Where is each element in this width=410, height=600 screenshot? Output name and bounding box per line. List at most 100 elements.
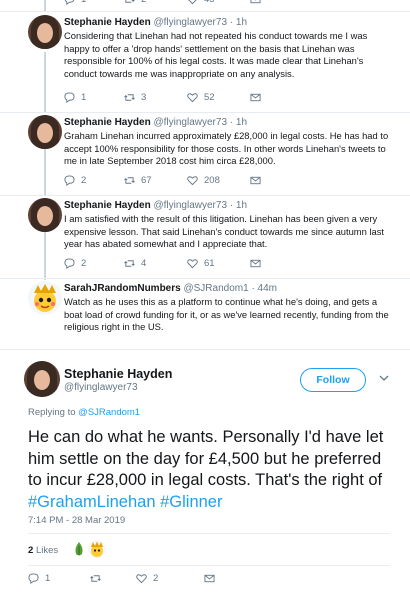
reply-count: 1 (45, 573, 51, 584)
tweet-timestamp[interactable]: 7:14 PM - 28 Mar 2019 (28, 515, 125, 526)
reply-count: 2 (81, 258, 87, 269)
divider (0, 278, 410, 279)
author-handle[interactable]: @flyinglawyer73 (153, 117, 227, 128)
reply-button[interactable]: 2 (64, 258, 86, 269)
retweet-count: 2 (141, 0, 146, 5)
hashtag-link[interactable]: #Glinner (160, 493, 222, 511)
divider (0, 349, 410, 350)
tweet-text: Watch as he uses this as a platform to c… (64, 296, 389, 332)
reply-count: 1 (81, 0, 86, 5)
chevron-down-icon[interactable] (378, 372, 390, 384)
reply-count: 1 (81, 92, 87, 103)
thread-line (44, 148, 46, 196)
retweet-icon (90, 575, 101, 582)
author-handle[interactable]: @flyinglawyer73 (153, 17, 227, 28)
thread-line (44, 232, 46, 280)
like-count: 61 (204, 258, 215, 269)
retweet-count: 67 (141, 175, 152, 186)
like-count: 52 (204, 92, 215, 103)
reply-button[interactable]: 1 (64, 0, 86, 5)
author-name[interactable]: SarahJRandomNumbers (64, 283, 181, 294)
retweet-button[interactable]: 3 (124, 92, 146, 103)
avatar-image (75, 542, 83, 556)
like-button[interactable]: 61 (187, 258, 215, 269)
author-handle[interactable]: @flyinglawyer73 (153, 200, 227, 211)
main-author-name[interactable]: Stephanie Hayden (64, 367, 172, 381)
retweet-icon (124, 260, 135, 267)
tweet-header: Stephanie Hayden @flyinglawyer73 · 1h (64, 200, 247, 211)
author-name[interactable]: Stephanie Hayden (64, 117, 151, 128)
main-tweet-text: He can do what he wants. Personally I'd … (28, 427, 388, 513)
envelope-icon (250, 259, 261, 268)
envelope-icon (250, 176, 261, 185)
like-button[interactable]: 2 (136, 573, 158, 584)
envelope-icon (250, 0, 261, 4)
divider (28, 565, 390, 566)
divider (0, 11, 410, 12)
replying-prefix: Replying to (28, 407, 76, 418)
heart-icon (187, 176, 198, 186)
like-button[interactable]: 52 (187, 92, 215, 103)
retweet-count: 3 (141, 92, 147, 103)
tweet-text: I am satisfied with the result of this l… (64, 213, 385, 249)
reply-count: 2 (81, 175, 87, 186)
heart-icon (136, 574, 147, 584)
dm-button[interactable] (250, 92, 261, 103)
divider (28, 533, 390, 534)
like-button[interactable]: 45 (187, 0, 215, 5)
dm-button[interactable] (204, 573, 215, 584)
reply-button[interactable]: 1 (28, 573, 50, 584)
retweet-icon (124, 177, 135, 184)
like-button[interactable]: 208 (187, 175, 220, 186)
retweet-icon (124, 94, 135, 101)
reply-button[interactable]: 1 (64, 92, 86, 103)
retweet-count: 4 (141, 258, 147, 269)
like-count: 208 (204, 175, 220, 186)
likes-label: Likes (35, 545, 59, 556)
author-name[interactable]: Stephanie Hayden (64, 200, 151, 211)
divider (0, 112, 410, 113)
likes-count: 2 (28, 545, 34, 556)
avatar-image (34, 284, 56, 312)
reply-icon (64, 175, 75, 186)
author-name[interactable]: Stephanie Hayden (64, 17, 151, 28)
main-author-handle[interactable]: @flyinglawyer73 (64, 382, 138, 393)
reply-icon (28, 573, 39, 584)
liker-avatar[interactable] (70, 540, 88, 558)
tweet-text: Considering that Linehan had not repeate… (64, 30, 368, 79)
avatar[interactable] (28, 15, 62, 49)
reply-button[interactable]: 2 (64, 175, 86, 186)
tweet-header: Stephanie Hayden @flyinglawyer73 · 1h (64, 17, 247, 28)
author-handle[interactable]: @SJRandom1 (183, 283, 248, 294)
retweet-button[interactable] (90, 573, 101, 584)
envelope-icon (250, 93, 261, 102)
likes-summary[interactable]: 2 Likes (28, 545, 58, 556)
retweet-button[interactable]: 2 (124, 0, 146, 5)
avatar[interactable] (28, 198, 62, 232)
retweet-button[interactable]: 67 (124, 175, 152, 186)
like-count: 2 (153, 573, 159, 584)
heart-icon (187, 93, 198, 103)
avatar-image (91, 541, 103, 557)
dm-button[interactable] (250, 258, 261, 269)
avatar[interactable] (28, 115, 62, 149)
heart-icon (187, 259, 198, 269)
main-avatar[interactable] (24, 361, 60, 397)
replying-to-link[interactable]: @SJRandom1 (78, 407, 140, 418)
tweet-text: Graham Linehan incurred approximately £2… (64, 130, 389, 166)
like-count: 45 (204, 0, 215, 5)
reply-icon (64, 258, 75, 269)
main-tweet-body: He can do what he wants. Personally I'd … (28, 428, 384, 489)
tweet-time[interactable]: · 1h (230, 17, 247, 28)
reply-icon (64, 0, 75, 5)
tweet-time[interactable]: · 1h (230, 117, 247, 128)
tweet-time[interactable]: · 1h (230, 200, 247, 211)
dm-button[interactable] (250, 0, 261, 5)
avatar[interactable] (28, 281, 62, 315)
hashtag-link[interactable]: #GrahamLinehan (28, 493, 156, 511)
follow-button[interactable]: Follow (300, 368, 366, 392)
dm-button[interactable] (250, 175, 261, 186)
liker-avatar[interactable] (88, 540, 106, 558)
tweet-time[interactable]: · 44m (251, 283, 277, 294)
retweet-button[interactable]: 4 (124, 258, 146, 269)
